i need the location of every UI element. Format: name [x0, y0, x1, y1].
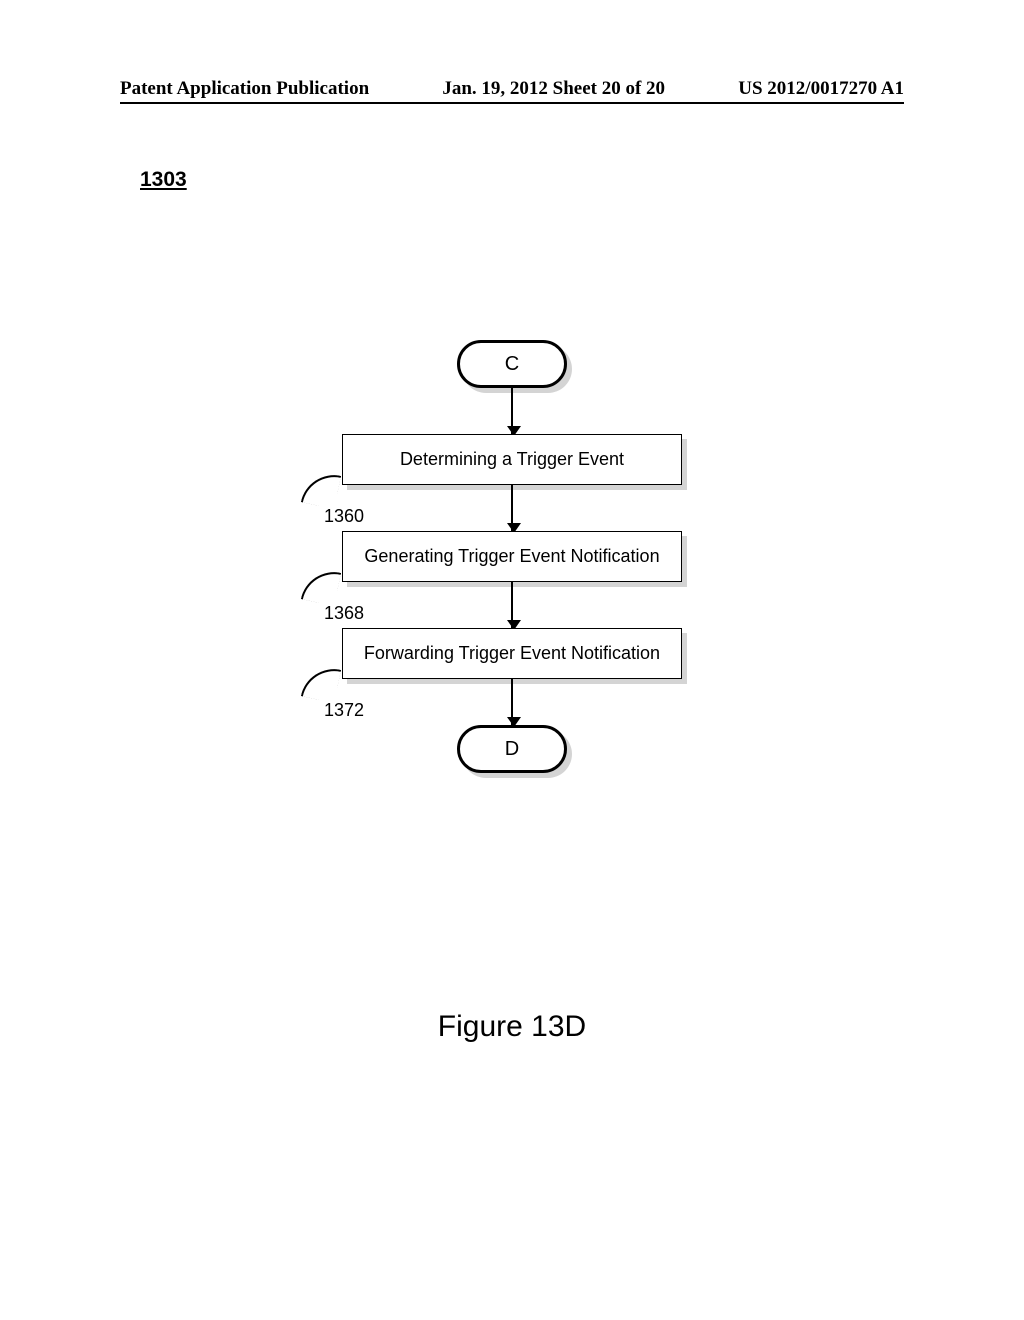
header-rule	[120, 102, 904, 104]
reference-number: 1360	[324, 506, 364, 527]
arrow-icon	[511, 679, 513, 725]
arrow-icon	[511, 582, 513, 628]
header-center: Jan. 19, 2012 Sheet 20 of 20	[442, 78, 665, 100]
reference-tick-icon	[301, 566, 341, 606]
terminator-end: D	[457, 725, 567, 773]
reference-number: 1372	[324, 700, 364, 721]
arrow-icon	[511, 485, 513, 531]
flow-step: Forwarding Trigger Event Notification	[342, 628, 682, 679]
page-header: Patent Application Publication Jan. 19, …	[120, 78, 904, 100]
header-right: US 2012/0017270 A1	[738, 78, 904, 100]
terminator-start: C	[457, 340, 567, 388]
reference-tick-icon	[301, 663, 341, 703]
arrow-icon	[511, 388, 513, 434]
flow-step: Generating Trigger Event Notification	[342, 531, 682, 582]
flow-step: Determining a Trigger Event	[342, 434, 682, 485]
reference-tick-icon	[301, 469, 341, 509]
header-left: Patent Application Publication	[120, 78, 369, 100]
figure-caption: Figure 13D	[0, 1010, 1024, 1044]
reference-number: 1368	[324, 603, 364, 624]
figure-reference-number: 1303	[140, 168, 187, 192]
